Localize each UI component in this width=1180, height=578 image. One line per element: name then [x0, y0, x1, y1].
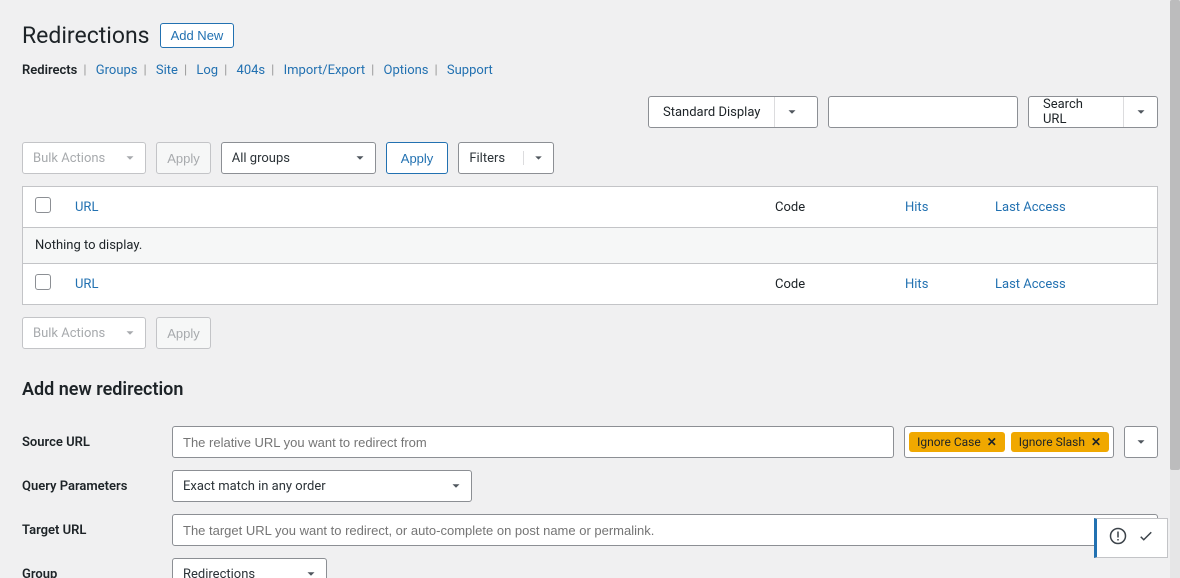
filters-select[interactable]: Filters — [458, 142, 554, 174]
search-url-label: Search URL — [1029, 97, 1123, 127]
check-icon — [1137, 527, 1155, 549]
apply-button-top[interactable]: Apply — [156, 142, 211, 174]
select-all-checkbox[interactable] — [35, 197, 51, 213]
group-select[interactable]: Redirections — [172, 558, 327, 578]
tab-log[interactable]: Log — [196, 63, 218, 78]
page-header: Redirections Add New — [22, 10, 1158, 49]
alert-icon — [1109, 527, 1127, 549]
search-input-box[interactable] — [828, 96, 1018, 128]
redirects-table: URL Code Hits Last Access Nothing to dis… — [22, 186, 1158, 305]
close-icon[interactable]: ✕ — [987, 435, 997, 449]
query-params-select[interactable]: Exact match in any order — [172, 470, 472, 502]
tab-groups[interactable]: Groups — [96, 63, 138, 78]
bulk-actions-select-bottom[interactable]: Bulk Actions — [22, 317, 146, 349]
chevron-down-icon[interactable] — [1123, 97, 1157, 127]
close-icon[interactable]: ✕ — [1091, 435, 1101, 449]
tab-site[interactable]: Site — [156, 63, 178, 78]
table-controls-top: Bulk Actions Apply All groups Apply Filt… — [22, 142, 1158, 174]
table-empty-row: Nothing to display. — [23, 228, 1158, 264]
col-hits-foot[interactable]: Hits — [893, 264, 983, 305]
col-url-foot[interactable]: URL — [63, 264, 763, 305]
scrollbar-thumb[interactable] — [1170, 0, 1180, 470]
table-controls-bottom: Bulk Actions Apply — [22, 317, 1158, 349]
chevron-down-icon — [115, 326, 145, 340]
col-last-access-foot[interactable]: Last Access — [983, 264, 1158, 305]
chevron-down-icon — [296, 567, 326, 578]
empty-text: Nothing to display. — [23, 228, 1158, 264]
tab-404s[interactable]: 404s — [237, 63, 266, 78]
col-code: Code — [763, 187, 893, 228]
tab-support[interactable]: Support — [447, 63, 493, 78]
chevron-down-icon — [441, 479, 471, 493]
status-toast[interactable] — [1094, 518, 1168, 558]
groups-filter-select[interactable]: All groups — [221, 142, 376, 174]
table-header-row: URL Code Hits Last Access — [23, 187, 1158, 228]
col-last-access[interactable]: Last Access — [983, 187, 1158, 228]
search-url-select[interactable]: Search URL — [1028, 96, 1158, 128]
apply-filter-button[interactable]: Apply — [386, 142, 449, 174]
col-url[interactable]: URL — [63, 187, 763, 228]
tabs: Redirects| Groups| Site| Log| 404s| Impo… — [22, 63, 1158, 78]
chevron-down-icon — [345, 151, 375, 165]
display-select-label: Standard Display — [649, 97, 774, 127]
col-code-foot: Code — [763, 264, 893, 305]
page-title: Redirections — [22, 22, 150, 49]
bulk-actions-select[interactable]: Bulk Actions — [22, 142, 146, 174]
table-footer-row: URL Code Hits Last Access — [23, 264, 1158, 305]
toolbar: Standard Display Search URL — [22, 96, 1158, 128]
chevron-down-icon — [523, 151, 553, 165]
tab-redirects[interactable]: Redirects — [22, 63, 77, 78]
col-hits[interactable]: Hits — [893, 187, 983, 228]
tag-ignore-case[interactable]: Ignore Case ✕ — [909, 432, 1005, 452]
chevron-down-icon — [115, 151, 145, 165]
source-url-label: Source URL — [22, 420, 172, 464]
page: Redirections Add New Redirects| Groups| … — [0, 0, 1180, 578]
chevron-down-icon[interactable] — [774, 97, 808, 127]
add-new-button[interactable]: Add New — [160, 23, 235, 48]
target-url-input[interactable] — [172, 514, 1158, 546]
source-url-input[interactable] — [172, 426, 894, 458]
group-label: Group — [22, 552, 172, 578]
target-url-label: Target URL — [22, 508, 172, 552]
source-flags-box: Ignore Case ✕ Ignore Slash ✕ — [904, 426, 1114, 458]
display-select[interactable]: Standard Display — [648, 96, 818, 128]
apply-button-bottom[interactable]: Apply — [156, 317, 211, 349]
tab-options[interactable]: Options — [384, 63, 429, 78]
source-flags-dropdown[interactable] — [1124, 426, 1158, 458]
section-title: Add new redirection — [22, 379, 1158, 400]
search-input[interactable] — [829, 97, 1017, 127]
tag-ignore-slash[interactable]: Ignore Slash ✕ — [1011, 432, 1109, 452]
query-params-label: Query Parameters — [22, 464, 172, 508]
select-all-checkbox-bottom[interactable] — [35, 274, 51, 290]
tab-import-export[interactable]: Import/Export — [284, 63, 366, 78]
redirect-form: Source URL Ignore Case ✕ Ignore Slash ✕ — [22, 420, 1158, 578]
